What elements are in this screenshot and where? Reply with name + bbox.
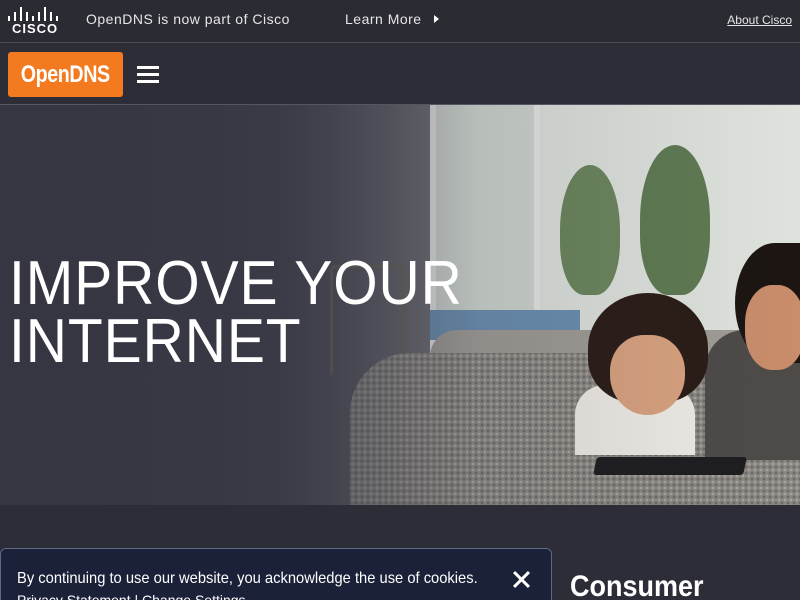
- cisco-logo-text: CISCO: [12, 21, 59, 36]
- link-separator: |: [134, 592, 139, 600]
- hero-title-line: IMPROVE YOUR: [9, 249, 463, 318]
- privacy-statement-link[interactable]: Privacy Statement: [17, 592, 131, 600]
- hero-banner: IMPROVE YOUR INTERNET: [0, 105, 800, 505]
- cookie-links: Privacy Statement | Change Settings: [17, 592, 246, 600]
- cisco-topbar: CISCO OpenDNS is now part of Cisco Learn…: [0, 0, 800, 43]
- cookie-message: By continuing to use our website, you ac…: [17, 570, 478, 587]
- cisco-logo-bars-icon: [8, 7, 60, 21]
- consumer-heading: Consumer: [570, 570, 704, 600]
- learn-more-link[interactable]: Learn More: [345, 11, 422, 27]
- cookie-banner: By continuing to use our website, you ac…: [0, 548, 552, 600]
- change-settings-link[interactable]: Change Settings: [142, 592, 246, 600]
- cisco-logo[interactable]: CISCO: [8, 7, 60, 37]
- main-navbar: OpenDNS: [0, 44, 800, 105]
- hero-title: IMPROVE YOUR INTERNET: [9, 249, 463, 376]
- caret-right-icon[interactable]: [434, 15, 439, 23]
- cisco-announcement: OpenDNS is now part of Cisco: [86, 11, 290, 27]
- hamburger-menu-icon[interactable]: [137, 66, 159, 84]
- opendns-logo[interactable]: OpenDNS: [8, 52, 123, 97]
- about-cisco-link[interactable]: About Cisco: [727, 13, 792, 27]
- hero-title-line: INTERNET: [9, 307, 302, 376]
- brand-name: OpenDNS: [21, 60, 110, 88]
- close-icon[interactable]: [511, 569, 533, 591]
